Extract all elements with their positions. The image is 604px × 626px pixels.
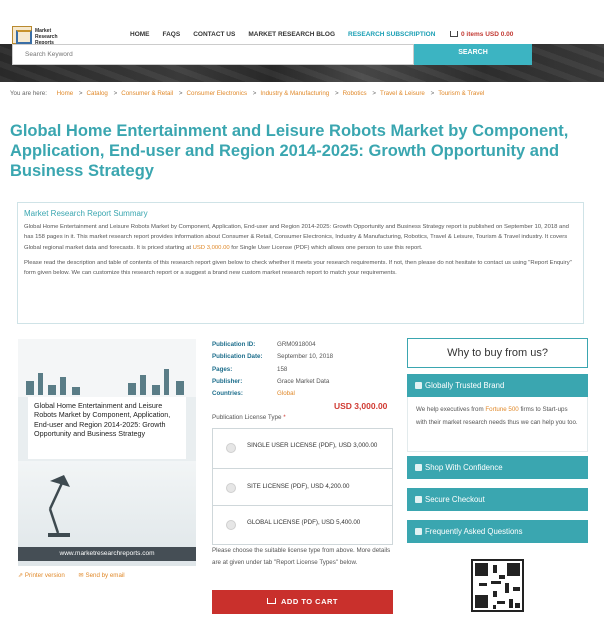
summary-paragraph-2: Please read the description and table of… (24, 259, 572, 277)
breadcrumb-travel-leisure[interactable]: Travel & Leisure (380, 90, 425, 97)
shop-with-confidence-tab[interactable]: Shop With Confidence (407, 456, 588, 479)
radio-button[interactable] (226, 483, 236, 493)
secure-checkout-tab[interactable]: Secure Checkout (407, 488, 588, 511)
lamp-icon (48, 475, 70, 537)
price: USD 3,000.00 (334, 401, 388, 411)
summary-price: USD 3,000.00 (192, 244, 230, 251)
license-option-site[interactable]: SITE LICENSE (PDF), USD 4,200.00 (213, 469, 392, 506)
breadcrumb-industry-manufacturing[interactable]: Industry & Manufacturing (260, 90, 329, 97)
summary-heading: Market Research Report Summary (24, 209, 148, 218)
search-button[interactable]: SEARCH (414, 44, 532, 65)
breadcrumb-consumer-retail[interactable]: Consumer & Retail (121, 90, 173, 97)
faq-tab[interactable]: Frequently Asked Questions (407, 520, 588, 543)
breadcrumb-tourism-travel[interactable]: Tourism & Travel (438, 90, 484, 97)
radio-button[interactable] (226, 443, 236, 453)
search-input[interactable] (13, 45, 413, 64)
globally-trusted-tab[interactable]: Globally Trusted Brand (407, 374, 588, 397)
publication-date: September 10, 2018 (277, 353, 334, 361)
license-type-label: Publication License Type * (212, 414, 286, 421)
cart-icon (266, 598, 276, 604)
page-title: Global Home Entertainment and Leisure Ro… (10, 122, 569, 180)
page-count: 158 (277, 365, 288, 373)
license-note: Please choose the suitable license type … (212, 547, 391, 566)
nav-faqs[interactable]: FAQS (163, 31, 181, 38)
report-summary: Market Research Report Summary Global Ho… (17, 202, 584, 324)
add-to-cart-button[interactable]: ADD TO CART (212, 590, 393, 614)
publisher: Grace Market Data (277, 377, 330, 385)
question-icon (415, 528, 422, 535)
nav-research-subscription[interactable]: RESEARCH SUBSCRIPTION (348, 31, 435, 38)
radio-button[interactable] (226, 520, 236, 530)
main-nav: HOME FAQS CONTACT US MARKET RESEARCH BLO… (130, 31, 448, 38)
cover-url: www.marketresearchreports.com (18, 547, 196, 561)
license-option-global[interactable]: GLOBAL LICENSE (PDF), USD 5,400.00 (213, 506, 392, 544)
search-box (12, 44, 414, 65)
license-option-single-user[interactable]: SINGLE USER LICENSE (PDF), USD 3,000.00 (213, 429, 392, 469)
globally-trusted-text: We help executives from Fortune 500 firm… (407, 397, 588, 452)
cover-skyline (18, 339, 196, 397)
page-tools: ⇗ Printer version ✉ Send by email (18, 572, 137, 579)
breadcrumb-robotics[interactable]: Robotics (343, 90, 367, 97)
cart-icon (450, 31, 458, 37)
nav-home[interactable]: HOME (130, 31, 150, 38)
breadcrumb-catalog[interactable]: Catalog (87, 90, 108, 97)
why-buy-heading: Why to buy from us? (407, 338, 588, 368)
logo-icon[interactable] (12, 26, 32, 44)
breadcrumb-home[interactable]: Home (57, 90, 74, 97)
breadcrumb-prefix: You are here: (10, 90, 47, 97)
breadcrumb-consumer-electronics[interactable]: Consumer Electronics (187, 90, 248, 97)
publication-id: GRM0918004 (277, 341, 316, 348)
cover-caption: Global Home Entertainment and Leisure Ro… (28, 397, 186, 459)
license-options: SINGLE USER LICENSE (PDF), USD 3,000.00 … (212, 428, 393, 545)
site-header: Market Research Reports HOME FAQS CONTAC… (0, 0, 604, 46)
cart-summary: 0 items USD 0.00 (461, 31, 514, 38)
cart-link[interactable]: 0 items USD 0.00 (450, 31, 513, 38)
printer-version-link[interactable]: ⇗ Printer version (18, 572, 71, 579)
thumbs-up-icon (415, 464, 422, 471)
qr-code (471, 559, 524, 612)
breadcrumb: You are here: Home > Catalog > Consumer & … (10, 90, 485, 97)
publication-details: Publication ID: GRM0918004 Publication Da… (212, 339, 397, 400)
send-by-email-link[interactable]: ✉ Send by email (79, 572, 131, 579)
nav-contact-us[interactable]: CONTACT US (193, 31, 235, 38)
report-cover-image: Global Home Entertainment and Leisure Ro… (18, 339, 196, 566)
lock-icon (415, 496, 422, 503)
summary-paragraph-1: Global Home Entertainment and Leisure Ro… (24, 224, 569, 251)
nav-blog[interactable]: MARKET RESEARCH BLOG (248, 31, 335, 38)
countries-link[interactable]: Global (277, 388, 295, 400)
trophy-icon (415, 382, 422, 389)
